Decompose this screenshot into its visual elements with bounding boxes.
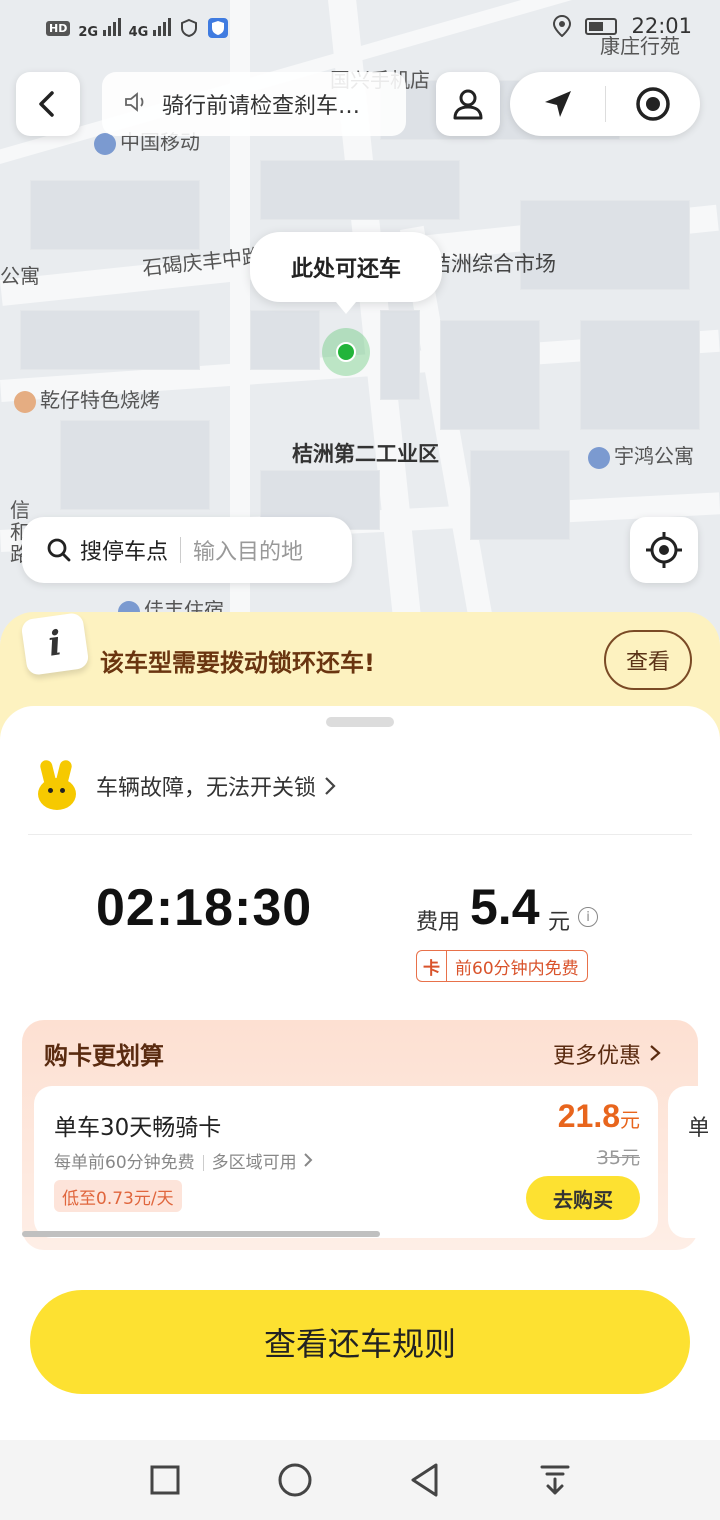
drag-handle[interactable] [326,717,394,727]
system-nav-bar [0,1440,720,1520]
recent-apps-button[interactable] [140,1455,190,1505]
fault-report-link[interactable]: 车辆故障，无法开关锁 [36,758,338,812]
map-label-bbq: 乾仔特色烧烤 [14,384,160,413]
search-icon [47,538,71,562]
pass-original-price: 35元 [596,1147,640,1169]
fee-info-icon[interactable]: i [578,907,598,927]
battery-icon [585,17,618,35]
target-icon [636,87,670,121]
chevron-right-icon [650,1045,661,1061]
navigate-arrow-icon [544,91,571,117]
circle-icon [278,1463,312,1497]
fee-unit: 元 [548,910,571,935]
network-2g: 2G [78,16,121,40]
chevron-right-icon [304,1153,313,1167]
info-badge-icon: i [20,611,90,677]
food-poi-icon [14,390,36,413]
map-label-yuhong: 宇鸿公寓 [588,440,694,469]
buy-pass-button[interactable]: 去购买 [526,1176,640,1220]
map-label-market: 桔洲综合市场 [430,252,556,276]
hotel-poi-icon [588,446,610,469]
search-separator [180,537,182,563]
mascot-icon [36,758,80,812]
navigate-button[interactable] [510,72,605,136]
view-return-rules-button[interactable]: 查看还车规则 [30,1290,690,1394]
ride-timer: 02:18:30 [96,879,313,937]
network-4g: 4G [129,16,171,40]
locate-button[interactable] [630,517,698,583]
back-nav-button[interactable] [400,1455,450,1505]
hd-indicator: HD [46,20,71,36]
status-bar: HD 2G 4G 22:01 [0,0,720,56]
location-status-icon [553,15,572,37]
chevron-right-icon [325,777,336,795]
map-label-industrial: 桔洲第二工业区 [292,442,439,466]
lock-tip-text: 该车型需要拨动锁环还车! [100,649,375,677]
profile-button[interactable] [436,72,500,136]
map-tools-group [510,72,700,136]
pulldown-icon [540,1465,570,1495]
notice-text: 骑行前请检查刹车… [162,94,361,119]
locate-crosshair-icon [646,532,682,568]
card-tag-label: 卡 [417,951,447,981]
map-label-gongyu: 公寓 [0,264,40,288]
security-badge-icon [207,18,228,38]
back-arrow-icon [39,91,54,117]
back-button[interactable] [16,72,80,136]
fault-text: 车辆故障，无法开关锁 [96,776,317,801]
speaker-icon [124,91,148,118]
user-icon [453,89,483,120]
fee-value: 5.4 [470,879,540,935]
notification-pulldown-button[interactable] [530,1455,580,1505]
clock: 22:01 [631,14,692,38]
home-button[interactable] [270,1455,320,1505]
promo-scroll-thumb [22,1231,380,1237]
return-here-bubble: 此处可还车 [250,232,442,314]
destination-input[interactable]: 输入目的地 [193,534,303,566]
target-button[interactable] [606,72,700,136]
promo-title: 购卡更划算 [44,1042,164,1070]
fee-label: 费用 [416,910,461,935]
daily-price-tag: 低至0.73元/天 [54,1180,182,1212]
square-icon [150,1465,180,1495]
more-offers-link[interactable]: 更多优惠 [553,1038,662,1070]
free-minutes-text: 前60分钟内免费 [455,958,579,979]
view-tip-button[interactable]: 查看 [604,630,692,690]
current-location-dot [336,342,356,362]
divider [28,834,692,835]
triangle-back-icon [411,1463,438,1497]
pass-price: 21.8元 [557,1098,640,1134]
pass-name: 单车30天畅骑卡 [54,1115,222,1141]
parking-search-bar[interactable]: 搜停车点 输入目的地 [22,517,352,583]
search-parking-label[interactable]: 搜停车点 [80,534,168,566]
free-minutes-tag: 卡 前60分钟内免费 [416,950,588,982]
shield-icon [180,18,197,38]
pass-description[interactable]: 每单前60分钟免费 多区域可用 [54,1148,314,1173]
next-pass-card[interactable]: 单 [668,1086,708,1238]
ride-safety-notice[interactable]: 骑行前请检查刹车… [102,72,406,136]
